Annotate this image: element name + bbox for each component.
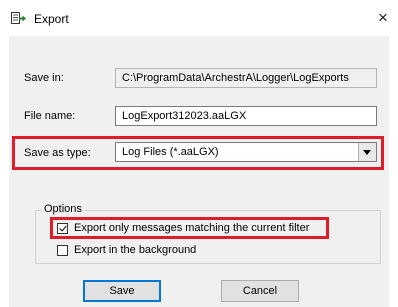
save-in-field: C:\ProgramData\ArchestrA\Logger\LogExpor…: [115, 68, 377, 88]
save-in-label: Save in:: [24, 72, 64, 84]
file-name-label: File name:: [24, 110, 76, 122]
export-background-label: Export in the background: [74, 244, 197, 256]
save-button[interactable]: Save: [83, 280, 161, 302]
export-background-checkbox[interactable]: [57, 244, 68, 256]
export-filtered-checkbox[interactable]: [57, 222, 68, 234]
chevron-down-icon[interactable]: [358, 143, 376, 161]
save-as-type-label: Save as type:: [24, 147, 91, 159]
cancel-button[interactable]: Cancel: [221, 280, 299, 302]
title-bar: Export ×: [0, 0, 398, 36]
export-background-option[interactable]: Export in the background: [57, 244, 196, 256]
export-filtered-label: Export only messages matching the curren…: [74, 222, 310, 234]
save-as-type-value: Log Files (*.aaLGX): [122, 146, 219, 158]
export-icon: [11, 12, 26, 24]
window-title: Export: [34, 12, 69, 26]
options-group-title: Options: [42, 203, 84, 215]
dialog-body: Save in: C:\ProgramData\ArchestrA\Logger…: [9, 36, 389, 307]
file-name-input[interactable]: LogExport312023.aaLGX: [115, 106, 377, 126]
save-as-type-select[interactable]: Log Files (*.aaLGX): [115, 142, 377, 162]
close-button[interactable]: ×: [368, 6, 398, 30]
export-filtered-option[interactable]: Export only messages matching the curren…: [57, 222, 309, 234]
